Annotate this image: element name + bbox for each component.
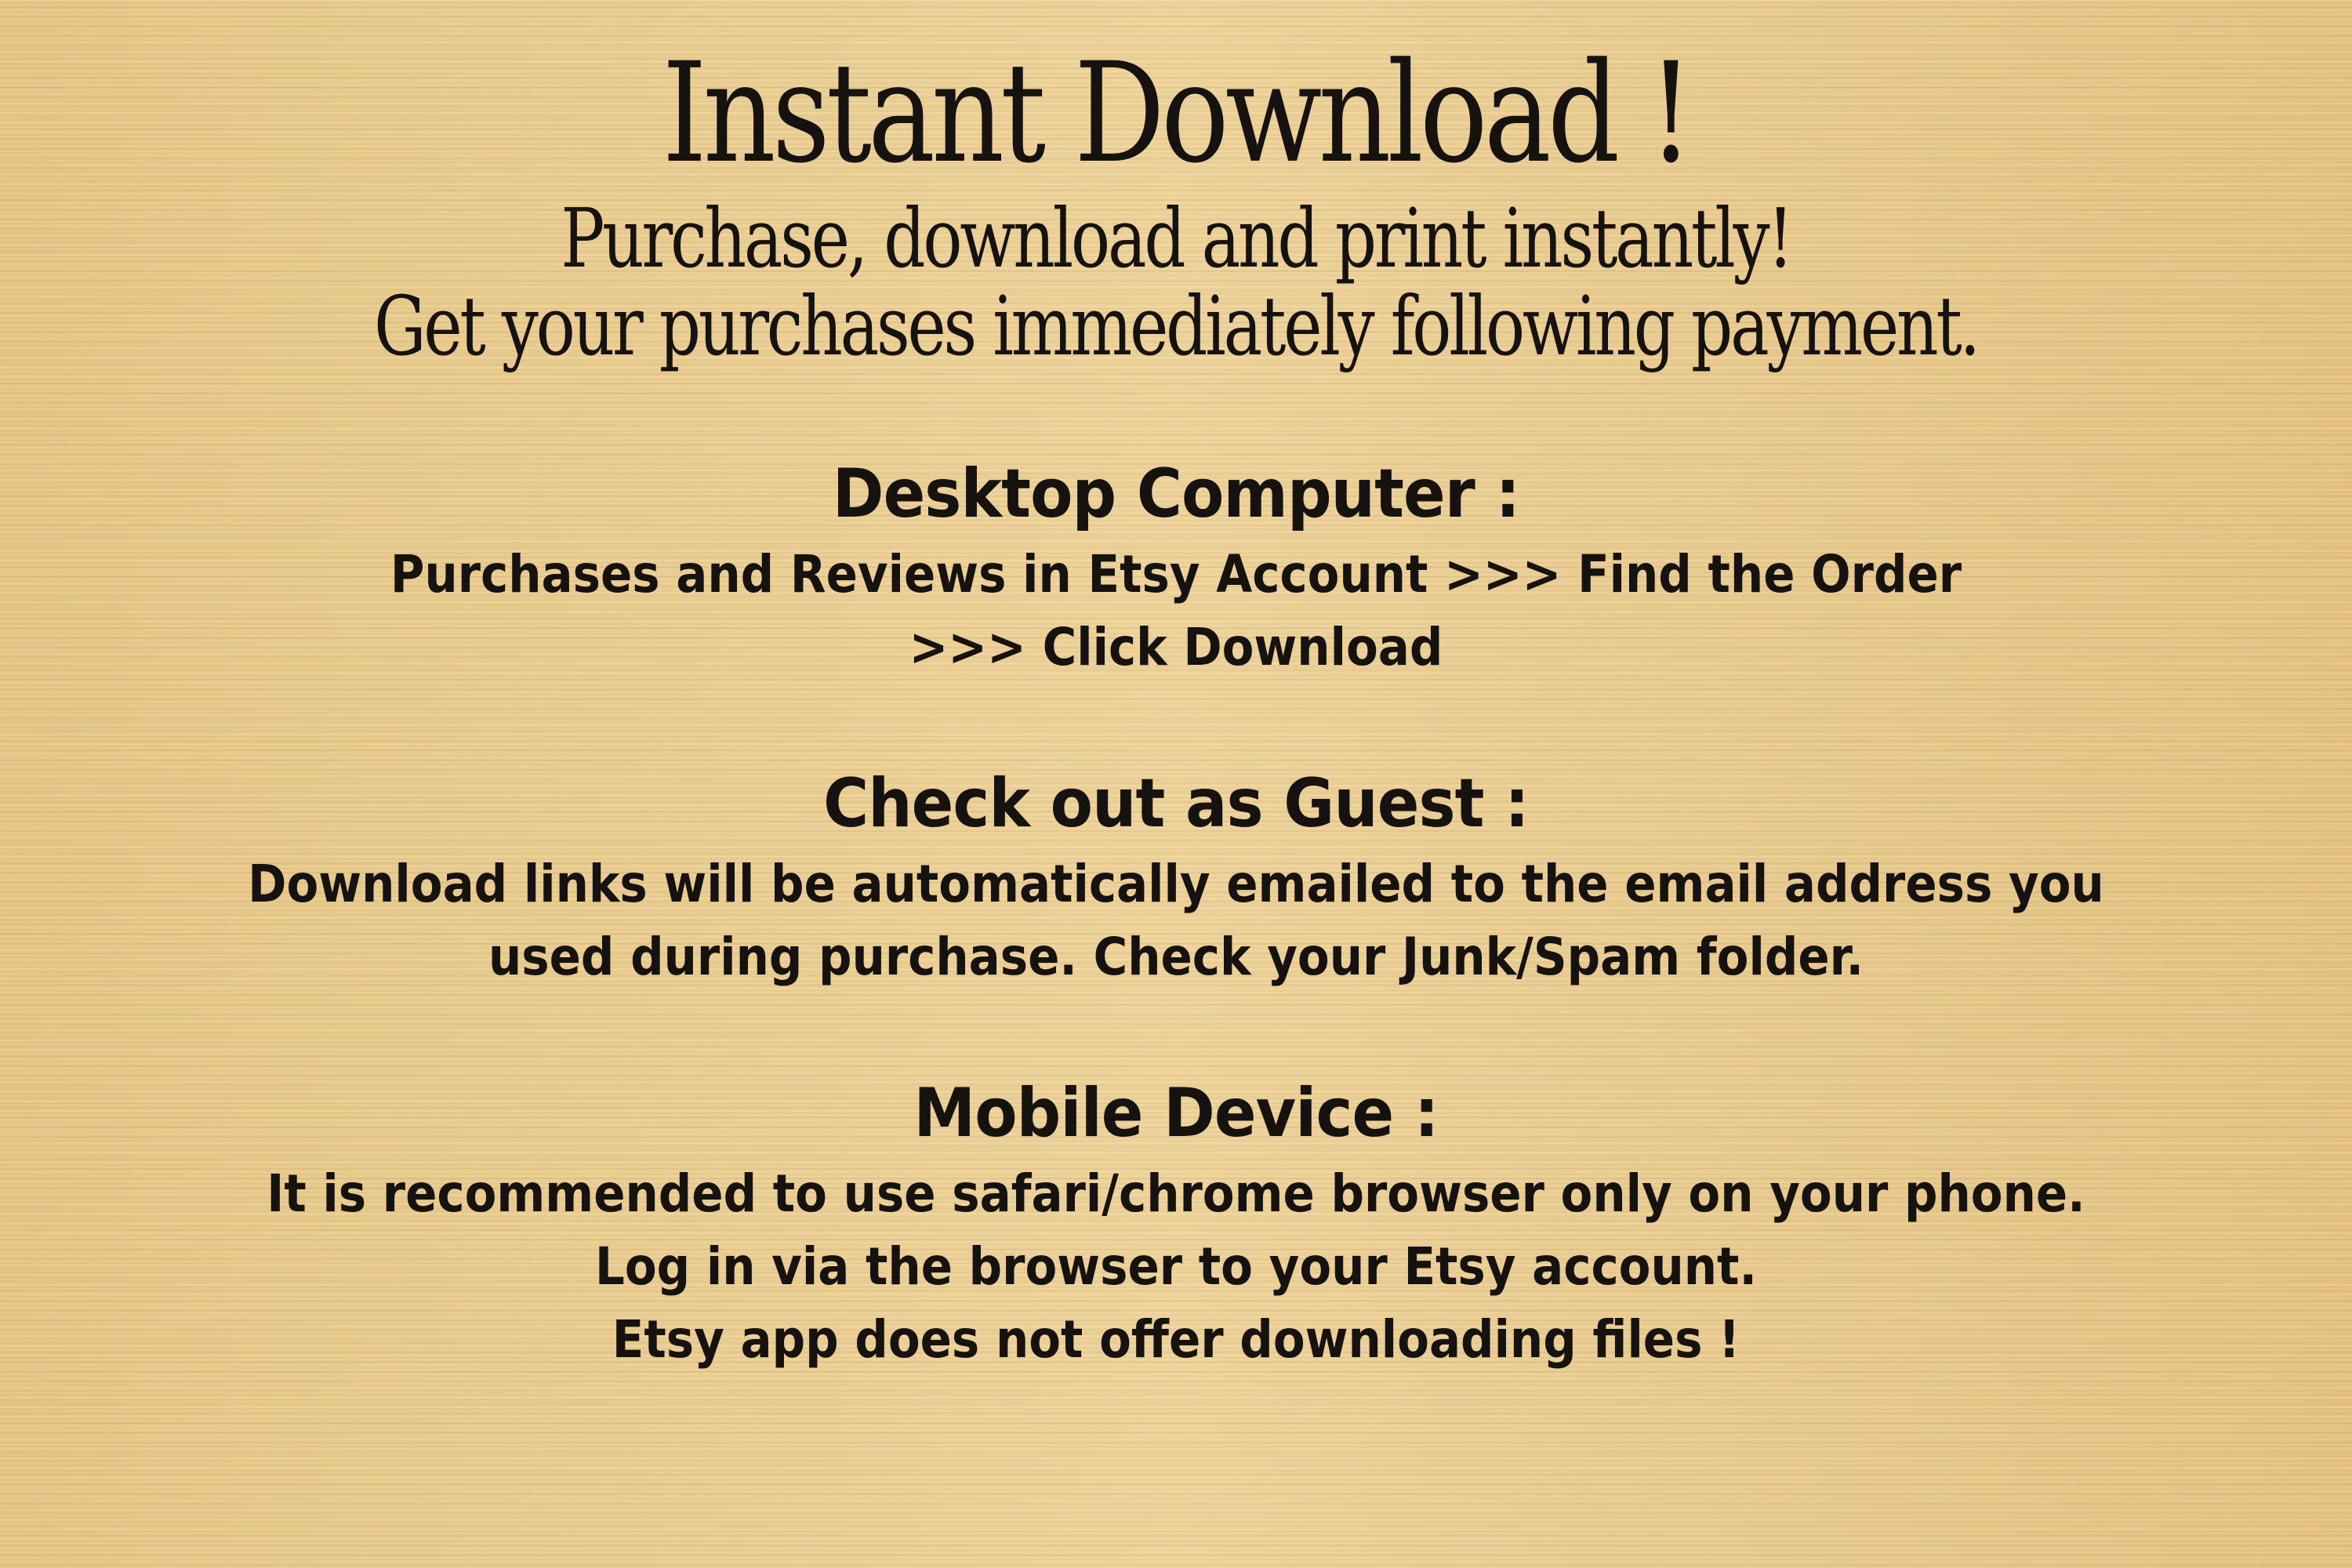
desktop-computer-section: Desktop Computer : Purchases and Reviews…: [0, 455, 2352, 684]
section-line: Purchases and Reviews in Etsy Account >>…: [390, 544, 1962, 604]
section-line: >>> Click Download: [909, 617, 1443, 677]
section-line: Log in via the browser to your Etsy acco…: [594, 1236, 1758, 1297]
section-heading: Desktop Computer :: [832, 455, 1520, 533]
header: Instant Download ! Purchase, download an…: [0, 33, 2352, 374]
section-heading: Mobile Device :: [913, 1074, 1439, 1152]
section-line: It is recommended to use safari/chrome b…: [267, 1163, 2085, 1224]
subtitle-line-1: Purchase, download and print instantly!: [561, 191, 1794, 286]
section-heading: Check out as Guest :: [823, 764, 1530, 843]
subtitle-line-2: Get your purchases immediately following…: [374, 278, 1980, 374]
section-line: Etsy app does not offer downloading file…: [612, 1309, 1740, 1370]
mobile-device-section: Mobile Device : It is recommended to use…: [0, 1074, 2352, 1376]
guest-checkout-section: Check out as Guest : Download links will…: [0, 764, 2352, 993]
instructions-page: Instant Download ! Purchase, download an…: [0, 0, 2352, 1568]
section-line: Download links will be automatically ema…: [248, 854, 2104, 914]
page-title: Instant Download !: [662, 33, 1694, 194]
section-line: used during purchase. Check your Junk/Sp…: [488, 927, 1864, 987]
